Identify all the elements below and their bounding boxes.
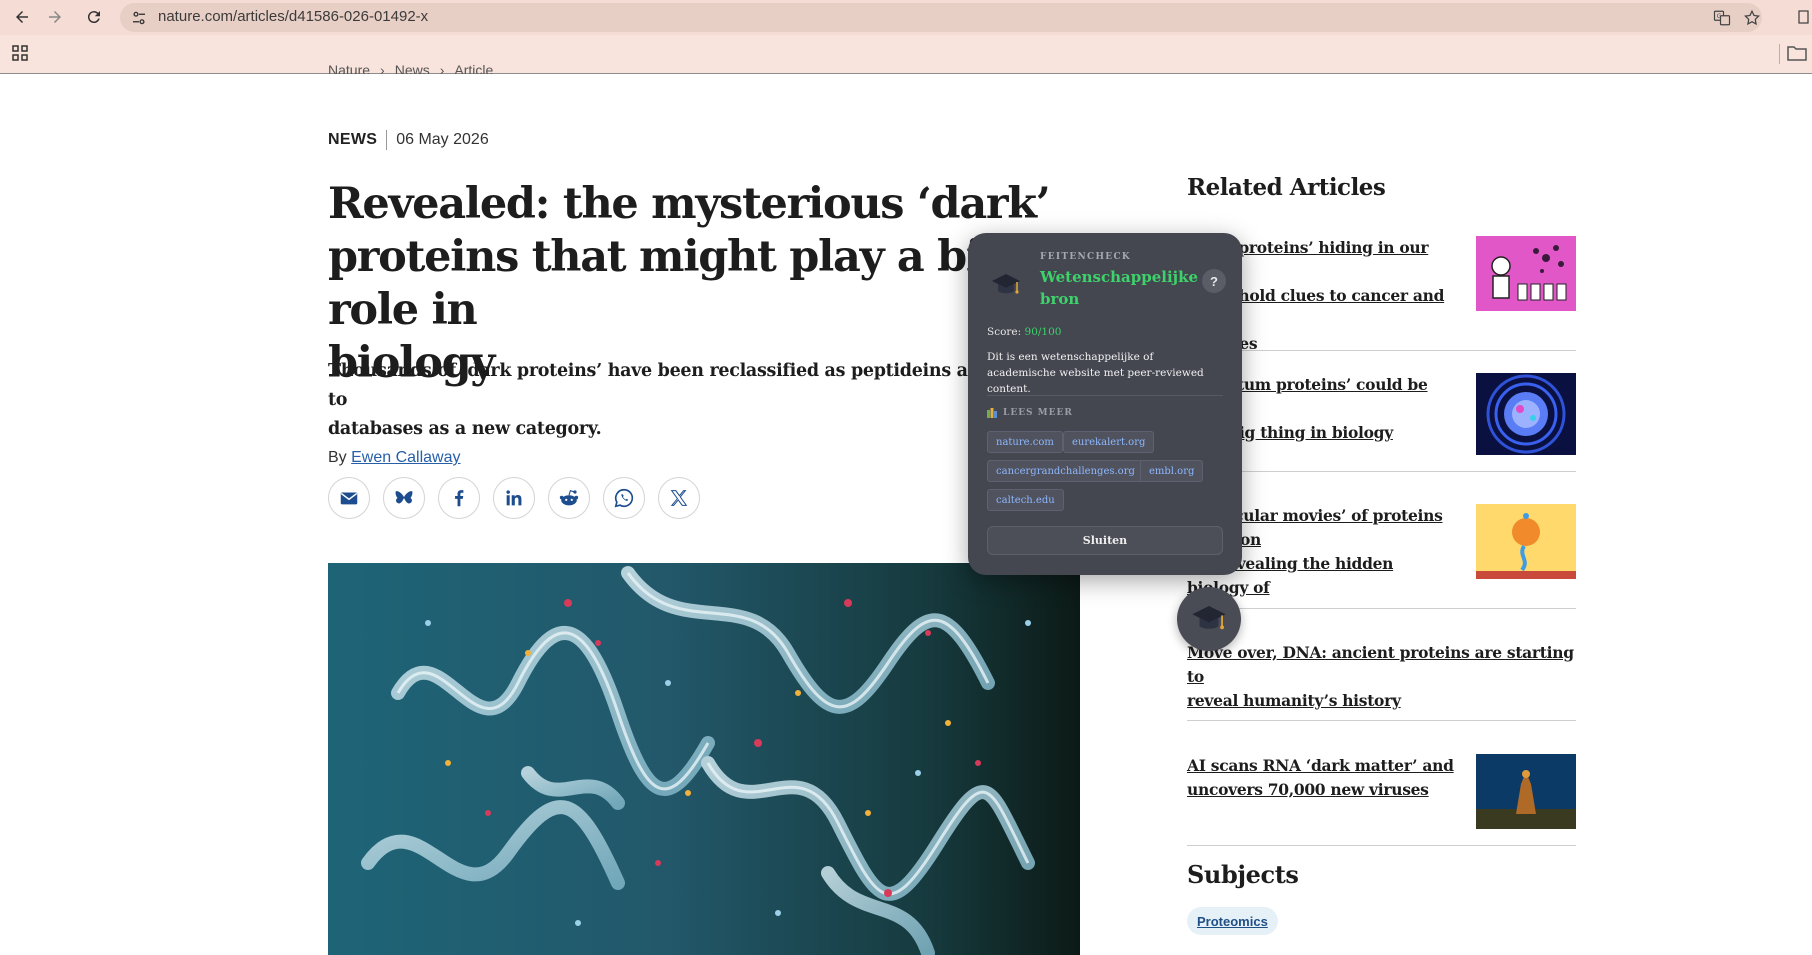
url-text[interactable]: nature.com/articles/d41586-026-01492-x: [158, 8, 428, 25]
link-line: Move over, DNA: ancient proteins are sta…: [1187, 643, 1574, 686]
email-icon: [340, 492, 358, 505]
byline: By Ewen Callaway: [328, 449, 461, 467]
browser-toolbar: nature.com/articles/d41586-026-01492-x G: [0, 0, 1812, 35]
fact-check-toggle-button[interactable]: [1177, 587, 1241, 651]
linkedin-icon: [506, 490, 522, 506]
protein-structure-image: [328, 563, 1080, 955]
apps-grid-icon[interactable]: [12, 45, 28, 61]
breadcrumb-nature[interactable]: Nature: [328, 62, 370, 74]
divider: [1187, 471, 1576, 472]
arrow-left-icon: [16, 11, 28, 23]
x-icon: [670, 490, 688, 506]
share-buttons: [328, 477, 713, 519]
read-more-label: LEES MEER: [1003, 408, 1073, 418]
hero-image: [328, 563, 1080, 955]
divider: [1187, 350, 1576, 351]
related-article-link[interactable]: AI scans RNA ‘dark matter’ and uncovers …: [1187, 754, 1455, 802]
score-value: 90/100: [1024, 326, 1062, 338]
divider: [1187, 845, 1576, 846]
share-bluesky-button[interactable]: [383, 477, 425, 519]
divider: [1187, 720, 1576, 721]
source-link[interactable]: nature.com: [987, 431, 1063, 453]
link-line: reveal humanity’s history: [1187, 691, 1401, 710]
related-article-link[interactable]: Move over, DNA: ancient proteins are sta…: [1187, 641, 1576, 713]
bookmark-star-icon[interactable]: [1743, 9, 1761, 27]
bluesky-icon: [395, 491, 413, 504]
standfirst-line: Thousands of ‘dark proteins’ have been r…: [328, 361, 1056, 410]
share-facebook-button[interactable]: [438, 477, 480, 519]
popup-score: Score: 90/100: [987, 326, 1061, 338]
link-line: AI scans RNA ‘dark matter’ and: [1187, 756, 1454, 775]
close-button[interactable]: Sluiten: [987, 526, 1223, 555]
thumbnail-image: [1476, 504, 1576, 579]
source-link[interactable]: embl.org: [1140, 460, 1204, 482]
thumbnail-image: [1476, 754, 1576, 829]
breadcrumb-news[interactable]: News: [395, 62, 430, 74]
site-settings-icon[interactable]: [130, 9, 148, 27]
folder-icon[interactable]: [1787, 45, 1807, 61]
reload-icon: [87, 11, 100, 24]
popup-divider: [987, 395, 1223, 396]
source-link[interactable]: cancergrandchallenges.org: [987, 460, 1144, 482]
breadcrumb-separator: ›: [439, 62, 445, 74]
related-thumbnail[interactable]: [1476, 373, 1576, 455]
graduation-cap-icon: [992, 274, 1020, 294]
address-bar[interactable]: nature.com/articles/d41586-026-01492-x G: [120, 3, 1762, 32]
subject-tag[interactable]: Proteomics: [1187, 907, 1278, 935]
article-date: 06 May 2026: [396, 131, 489, 148]
graduation-cap-icon: [1192, 605, 1226, 630]
thumbnail-image: [1476, 236, 1576, 311]
headline-line: Revealed: the mysterious ‘dark’: [328, 179, 1051, 229]
read-more-header: LEES MEER: [987, 408, 1073, 418]
breadcrumb-article: Article: [454, 62, 494, 74]
related-thumbnail[interactable]: [1476, 504, 1576, 579]
meta-divider: [386, 130, 388, 150]
breadcrumb: Nature › News › Article: [328, 62, 493, 74]
arrow-right-icon: [49, 11, 61, 23]
byline-prefix: By: [328, 449, 347, 466]
bookmarks-bar: [0, 35, 1812, 74]
share-email-button[interactable]: [328, 477, 370, 519]
extensions-icon[interactable]: [1796, 8, 1812, 26]
link-line: uncovers 70,000 new viruses: [1187, 780, 1429, 799]
thumbnail-image: [1476, 373, 1576, 455]
source-link[interactable]: eurekalert.org: [1063, 431, 1155, 453]
facebook-icon: [455, 490, 464, 507]
popup-eyebrow: FEITENCHECK: [1040, 252, 1132, 262]
breadcrumb-separator: ›: [380, 62, 385, 74]
related-thumbnail[interactable]: [1476, 754, 1576, 829]
source-link[interactable]: caltech.edu: [987, 489, 1064, 511]
score-label: Score:: [987, 326, 1022, 338]
translate-icon[interactable]: G: [1713, 9, 1731, 27]
reload-button[interactable]: [82, 5, 106, 29]
popup-description: Dit is een wetenschappelijke of academis…: [987, 351, 1204, 395]
popup-verdict: Wetenschappelijke bron: [1040, 268, 1199, 308]
svg-text:G: G: [1717, 13, 1722, 20]
whatsapp-icon: [614, 488, 634, 508]
article-type: NEWS: [328, 131, 378, 148]
standfirst-line: databases as a new category.: [328, 419, 602, 439]
bookmarks-divider: [1779, 44, 1780, 64]
share-reddit-button[interactable]: [548, 477, 590, 519]
help-button[interactable]: ?: [1202, 269, 1226, 293]
reddit-icon: [559, 489, 579, 506]
subjects-title: Subjects: [1187, 860, 1299, 889]
article-meta: NEWS 06 May 2026: [328, 130, 489, 150]
article-standfirst: Thousands of ‘dark proteins’ have been r…: [328, 357, 1068, 444]
related-articles-title: Related Articles: [1187, 174, 1386, 201]
related-thumbnail[interactable]: [1476, 236, 1576, 311]
books-icon: [987, 408, 997, 418]
author-link[interactable]: Ewen Callaway: [351, 449, 460, 466]
forward-button[interactable]: [43, 5, 67, 29]
back-button[interactable]: [10, 5, 34, 29]
share-linkedin-button[interactable]: [493, 477, 535, 519]
share-x-button[interactable]: [658, 477, 700, 519]
share-whatsapp-button[interactable]: [603, 477, 645, 519]
fact-check-popup: FEITENCHECK Wetenschappelijke bron ? Sco…: [968, 233, 1242, 575]
divider: [1187, 608, 1576, 609]
